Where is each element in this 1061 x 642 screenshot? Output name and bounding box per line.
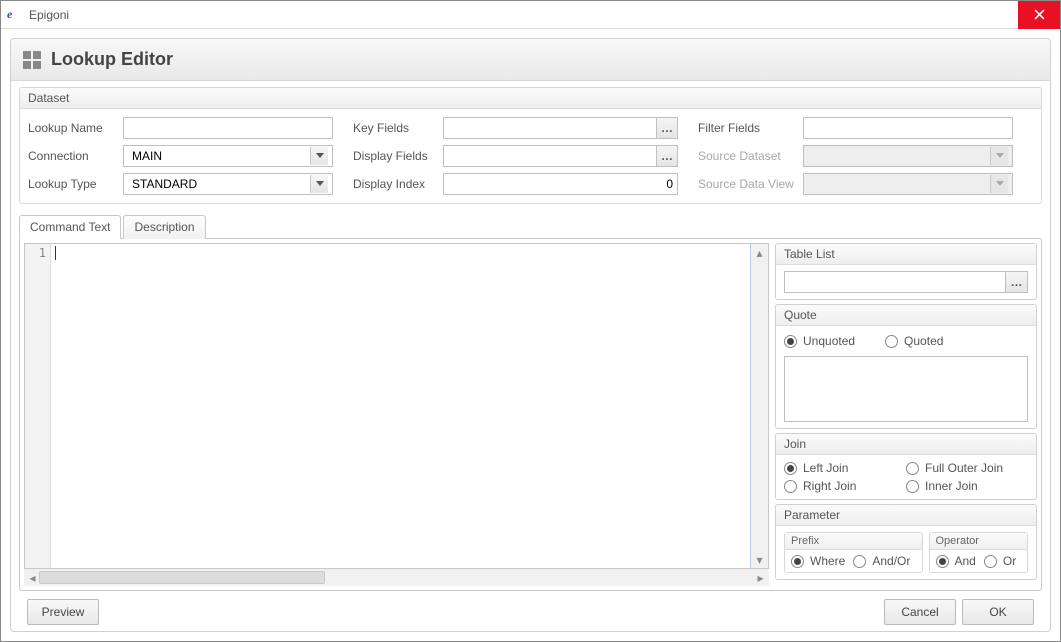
app-icon: e: [7, 7, 23, 23]
client-area: Lookup Editor Dataset Lookup Name Key Fi…: [1, 29, 1060, 641]
main-panel: Lookup Editor Dataset Lookup Name Key Fi…: [10, 38, 1051, 632]
chevron-down-icon: [990, 147, 1008, 165]
key-fields-input[interactable]: [443, 117, 656, 139]
horizontal-scrollbar[interactable]: ◂ ▸: [24, 569, 769, 586]
content-area: Dataset Lookup Name Key Fields …: [11, 81, 1050, 625]
connection-label: Connection: [28, 149, 123, 163]
operator-label: Operator: [930, 533, 1028, 550]
table-list-picker[interactable]: …: [784, 271, 1028, 293]
vertical-scrollbar[interactable]: ▴ ▾: [751, 244, 768, 568]
lookup-name-input[interactable]: [123, 117, 333, 139]
close-icon: [1034, 9, 1045, 20]
lookup-type-combo[interactable]: [123, 173, 333, 195]
quote-group: Quote Unquoted Quoted: [775, 304, 1037, 429]
tabs: Command Text Description: [19, 214, 1042, 238]
source-data-view-value: [808, 175, 990, 193]
parameter-label: Parameter: [776, 505, 1036, 526]
operator-and-radio[interactable]: And: [936, 554, 976, 568]
tab-body: 1 ▴ ▾ ◂ ▸: [19, 238, 1042, 591]
scroll-right-icon[interactable]: ▸: [754, 571, 767, 584]
line-number: 1: [39, 246, 46, 260]
filter-fields-label: Filter Fields: [698, 121, 803, 135]
source-dataset-value: [808, 147, 990, 165]
window-frame: e Epigoni Lookup Editor Dataset Lookup N…: [0, 0, 1061, 642]
editor-column: 1 ▴ ▾ ◂ ▸: [24, 243, 769, 586]
tab-command-text[interactable]: Command Text: [19, 215, 121, 239]
chevron-down-icon: [990, 175, 1008, 193]
table-list-browse-button[interactable]: …: [1006, 271, 1028, 293]
source-dataset-label: Source Dataset: [698, 149, 803, 163]
table-list-group: Table List …: [775, 243, 1037, 300]
connection-combo[interactable]: [123, 145, 333, 167]
dataset-group: Dataset Lookup Name Key Fields …: [19, 87, 1042, 204]
scroll-thumb[interactable]: [39, 571, 325, 584]
display-index-input[interactable]: [443, 173, 678, 195]
display-index-label: Display Index: [353, 177, 443, 191]
lookup-name-label: Lookup Name: [28, 121, 123, 135]
side-panel: Table List … Quote: [775, 243, 1037, 586]
key-fields-browse-button[interactable]: …: [656, 117, 678, 139]
editor-gutter: 1: [25, 244, 51, 568]
quote-quoted-radio[interactable]: Quoted: [885, 334, 943, 348]
display-fields-label: Display Fields: [353, 149, 443, 163]
titlebar: e Epigoni: [1, 1, 1060, 29]
prefix-where-radio[interactable]: Where: [791, 554, 845, 568]
lookup-editor-icon: [23, 51, 41, 69]
chevron-down-icon[interactable]: [310, 147, 328, 165]
join-label: Join: [776, 434, 1036, 455]
join-inner-radio[interactable]: Inner Join: [906, 479, 1028, 493]
source-dataset-combo: [803, 145, 1013, 167]
display-fields-picker[interactable]: …: [443, 145, 678, 167]
source-data-view-combo: [803, 173, 1013, 195]
panel-header: Lookup Editor: [11, 39, 1050, 81]
operator-or-radio[interactable]: Or: [984, 554, 1016, 568]
scroll-left-icon[interactable]: ◂: [26, 571, 39, 584]
table-list-label: Table List: [776, 244, 1036, 265]
ok-button[interactable]: OK: [962, 599, 1034, 625]
scroll-up-icon[interactable]: ▴: [753, 246, 766, 259]
lookup-type-value[interactable]: [128, 175, 310, 193]
preview-button[interactable]: Preview: [27, 599, 99, 625]
key-fields-label: Key Fields: [353, 121, 443, 135]
join-right-radio[interactable]: Right Join: [784, 479, 906, 493]
tab-description[interactable]: Description: [123, 215, 205, 239]
cancel-button[interactable]: Cancel: [884, 599, 956, 625]
table-list-input[interactable]: [784, 271, 1006, 293]
scroll-down-icon[interactable]: ▾: [753, 553, 766, 566]
lookup-type-label: Lookup Type: [28, 177, 123, 191]
chevron-down-icon[interactable]: [310, 175, 328, 193]
window-title: Epigoni: [29, 8, 69, 22]
page-title: Lookup Editor: [51, 49, 173, 70]
join-group: Join Left Join Full Outer Join Right Joi…: [775, 433, 1037, 500]
join-full-radio[interactable]: Full Outer Join: [906, 461, 1028, 475]
key-fields-picker[interactable]: …: [443, 117, 678, 139]
display-fields-browse-button[interactable]: …: [656, 145, 678, 167]
operator-subgroup: Operator And Or: [929, 532, 1029, 573]
parameter-group: Parameter Prefix Where And/Or: [775, 504, 1037, 580]
display-fields-input[interactable]: [443, 145, 656, 167]
join-left-radio[interactable]: Left Join: [784, 461, 906, 475]
quote-unquoted-radio[interactable]: Unquoted: [784, 334, 855, 348]
prefix-andor-radio[interactable]: And/Or: [853, 554, 910, 568]
code-editor[interactable]: 1 ▴ ▾: [24, 243, 769, 569]
prefix-subgroup: Prefix Where And/Or: [784, 532, 923, 573]
filter-fields-input[interactable]: [803, 117, 1013, 139]
footer: Preview Cancel OK: [19, 591, 1042, 625]
source-data-view-label: Source Data View: [698, 177, 803, 191]
quote-text-area[interactable]: [784, 356, 1028, 422]
quote-label: Quote: [776, 305, 1036, 326]
dataset-form: Lookup Name Key Fields … Filter Fields: [28, 117, 1033, 195]
connection-value[interactable]: [128, 147, 310, 165]
prefix-label: Prefix: [785, 533, 922, 550]
editor-content[interactable]: [51, 244, 751, 568]
close-button[interactable]: [1018, 1, 1060, 29]
dataset-group-label: Dataset: [20, 88, 1041, 109]
